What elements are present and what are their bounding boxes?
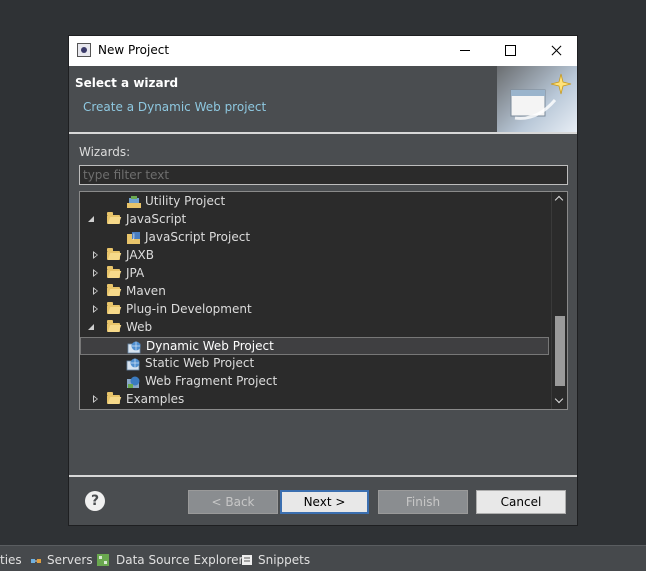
expand-arrow-icon[interactable]: [93, 287, 98, 295]
vertical-scrollbar[interactable]: [551, 192, 567, 409]
help-button[interactable]: ?: [85, 491, 105, 511]
tree-item-label: Web Fragment Project: [145, 374, 278, 388]
javascript-project-icon: J: [127, 232, 140, 244]
folder-icon: [107, 320, 120, 332]
tree-item[interactable]: Examples: [80, 391, 550, 409]
footer-divider: [69, 475, 577, 477]
tab-properties[interactable]: ties: [0, 553, 22, 567]
wizard-graphic-icon: [510, 73, 572, 120]
bottom-view-tabs: ties Servers Data Source Explorer Snippe…: [0, 545, 646, 571]
folder-icon: [107, 302, 120, 314]
tree-item-label: Utility Project: [145, 194, 226, 208]
maximize-button[interactable]: [487, 36, 533, 66]
tree-item[interactable]: Maven: [80, 283, 550, 301]
tree-item-label: Examples: [126, 392, 185, 406]
data-source-explorer-icon: [97, 554, 109, 566]
tree-item-label: Dynamic Web Project: [146, 339, 274, 353]
tree-item[interactable]: Utility Project: [80, 193, 550, 211]
web-project-icon: [127, 341, 141, 354]
snippets-icon: [242, 555, 252, 565]
window-title: New Project: [98, 43, 170, 57]
tree-item[interactable]: J JavaScript Project: [80, 229, 550, 247]
tree-item[interactable]: Dynamic Web Project: [80, 337, 549, 355]
scroll-down-arrow-icon[interactable]: [552, 393, 567, 409]
tree-item-label: Web: [126, 320, 153, 334]
wizard-banner: [497, 66, 577, 132]
page-title: Select a wizard: [75, 76, 179, 90]
folder-icon: [107, 266, 120, 278]
tree-item[interactable]: JavaScript: [80, 211, 550, 229]
wizard-tree[interactable]: Utility Project JavaScript J JavaScript Pro…: [79, 191, 568, 410]
tree-item-label: Maven: [126, 284, 166, 298]
tree-item-label: JavaScript: [126, 212, 187, 226]
new-project-dialog: New Project Select a wizard Create a Dyn…: [68, 35, 578, 526]
tree-item[interactable]: Plug-in Development: [80, 301, 550, 319]
eclipse-icon: [77, 43, 91, 57]
tree-item[interactable]: JPA: [80, 265, 550, 283]
expand-arrow-icon[interactable]: [93, 251, 98, 259]
servers-icon: [31, 559, 41, 563]
cancel-button[interactable]: Cancel: [476, 490, 566, 514]
minimize-button[interactable]: [441, 36, 487, 66]
collapse-arrow-icon[interactable]: [88, 324, 94, 330]
scroll-thumb[interactable]: [555, 316, 565, 386]
collapse-arrow-icon[interactable]: [88, 216, 94, 222]
expand-arrow-icon[interactable]: [93, 395, 98, 403]
tree-item-label: JPA: [126, 266, 145, 280]
wizards-label: Wizards:: [79, 145, 131, 159]
tab-data-source-explorer[interactable]: Data Source Explorer: [116, 553, 243, 567]
tree-item-label: Static Web Project: [145, 356, 255, 370]
tab-snippets[interactable]: Snippets: [258, 553, 310, 567]
web-project-icon: [126, 358, 140, 371]
tree-item[interactable]: Web Fragment Project: [80, 373, 550, 391]
expand-arrow-icon[interactable]: [93, 305, 98, 313]
tree-item-label: JAXB: [126, 248, 154, 262]
next-button[interactable]: Next >: [280, 490, 369, 514]
folder-icon: [107, 248, 120, 260]
back-button[interactable]: < Back: [188, 490, 278, 514]
tree-item[interactable]: JAXB: [80, 247, 550, 265]
project-icon: [127, 196, 141, 208]
tree-item[interactable]: Web: [80, 319, 550, 337]
expand-arrow-icon[interactable]: [93, 269, 98, 277]
page-description: Create a Dynamic Web project: [83, 100, 267, 114]
header-divider: [69, 132, 577, 134]
finish-button[interactable]: Finish: [378, 490, 468, 514]
tree-item-label: JavaScript Project: [145, 230, 251, 244]
scroll-up-arrow-icon[interactable]: [552, 192, 567, 208]
web-fragment-icon: [127, 376, 140, 388]
wizard-header: Select a wizard Create a Dynamic Web pro…: [69, 66, 577, 132]
folder-icon: [107, 392, 120, 404]
close-button[interactable]: [533, 36, 579, 66]
svg-text:J: J: [132, 233, 135, 240]
title-bar[interactable]: New Project: [69, 36, 577, 66]
folder-icon: [107, 212, 120, 224]
filter-input[interactable]: [79, 165, 568, 185]
tab-servers[interactable]: Servers: [47, 553, 93, 567]
tree-item[interactable]: Static Web Project: [80, 355, 550, 373]
tree-item-label: Plug-in Development: [126, 302, 252, 316]
folder-icon: [107, 284, 120, 296]
